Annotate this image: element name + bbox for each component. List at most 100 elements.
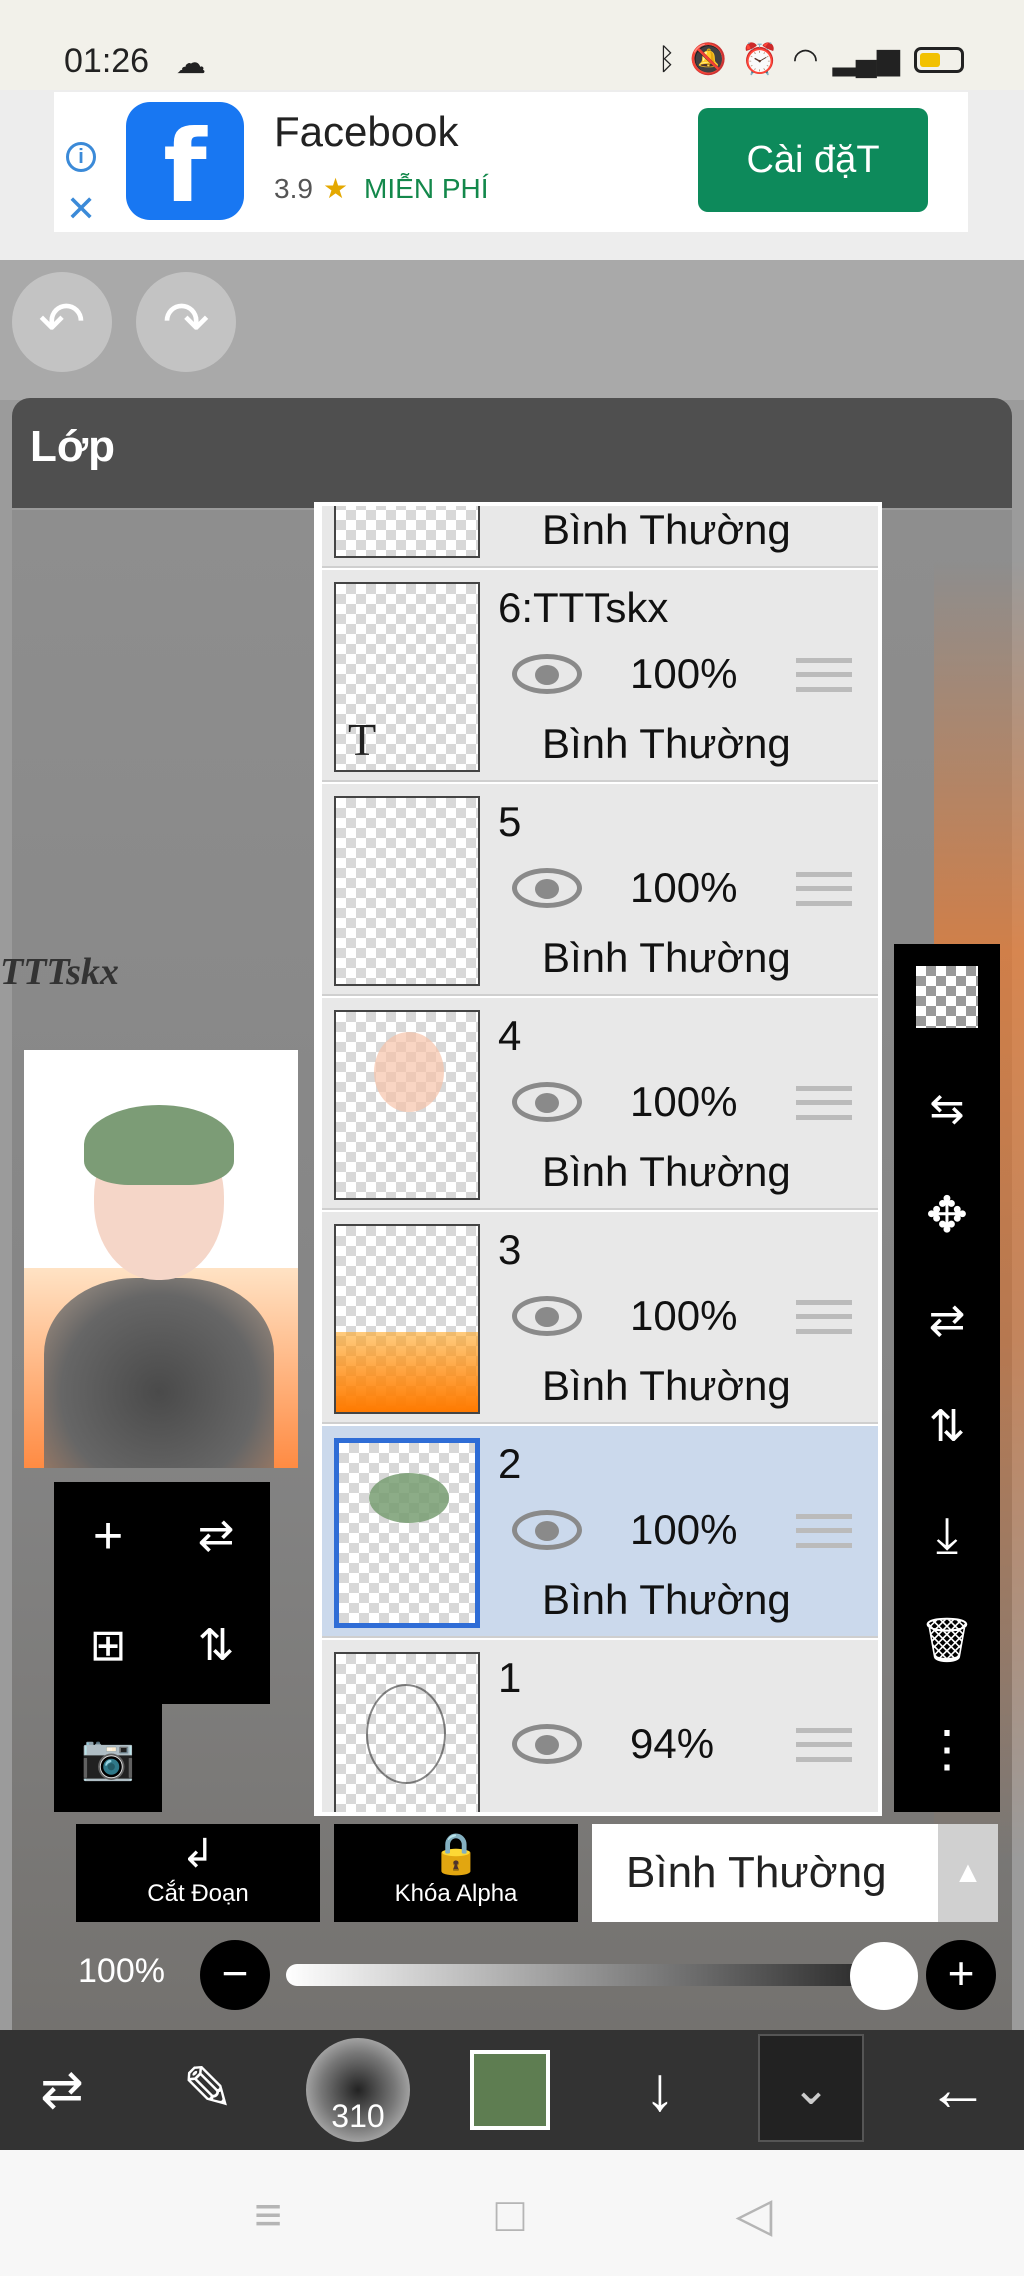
status-bar: 01:26 ☁ ᛒ 🔕 ⏰ ◠ ▂▄▆ (0, 0, 1024, 90)
add-layer-icon[interactable]: + (68, 1496, 148, 1576)
transparency-icon[interactable] (916, 966, 978, 1028)
clip-button[interactable]: ↲ Cắt Đoạn (76, 1824, 320, 1922)
panel-title: Lớp (30, 422, 116, 471)
eye-icon[interactable] (512, 654, 582, 694)
duplicate-layer-icon[interactable]: ⊞ (68, 1606, 148, 1686)
layer-panel-header: Lớp (12, 398, 1012, 508)
drag-handle-icon[interactable] (796, 872, 852, 906)
canvas-preview[interactable] (24, 1050, 298, 1468)
eye-icon[interactable] (512, 1296, 582, 1336)
layer-thumbnail (334, 1652, 480, 1812)
eye-icon[interactable] (512, 868, 582, 908)
layer-blend: Bình Thường (542, 934, 791, 981)
system-nav-bar: ≡ □ ◁ (0, 2150, 1024, 2276)
flip-horizontal-icon[interactable]: ⇄ (912, 1286, 982, 1356)
brush-icon[interactable]: ✎ (168, 2050, 248, 2130)
layer-thumbnail (334, 1224, 480, 1414)
more-icon[interactable]: ⋮ (912, 1714, 982, 1784)
layer-thumbnail (334, 796, 480, 986)
alpha-lock-button[interactable]: 🔒 Khóa Alpha (334, 1824, 578, 1922)
move-icon[interactable]: ✥ (912, 1180, 982, 1250)
blend-mode-select[interactable]: Bình Thường (592, 1824, 938, 1922)
signal-icon: ▂▄▆ (832, 43, 900, 76)
mute-icon: 🔕 (689, 43, 728, 76)
eye-icon[interactable] (512, 1082, 582, 1122)
close-icon[interactable]: ✕ (66, 188, 96, 230)
layer-blend: Bình Thường (542, 1148, 791, 1195)
drag-handle-icon[interactable] (796, 658, 852, 692)
layer-opacity: 100% (630, 1078, 738, 1125)
camera-icon[interactable]: 📷 (68, 1718, 148, 1798)
back-icon[interactable]: ◁ (724, 2186, 784, 2246)
opacity-increase-button[interactable]: + (926, 1940, 996, 2010)
opacity-decrease-button[interactable]: − (200, 1940, 270, 2010)
layer-opacity: 94% (630, 1720, 715, 1767)
plus-icon: + (947, 1947, 975, 1999)
chevron-down-icon: ⌄ (791, 2062, 831, 2114)
layer-item-selected[interactable]: 2 100% Bình Thường (322, 1426, 878, 1638)
ad-rating-row: 3.9 ★ MIỄN PHÍ (274, 172, 489, 205)
undo-button[interactable]: ↶ (12, 272, 112, 372)
color-swatch[interactable] (470, 2050, 550, 2130)
opacity-slider[interactable] (286, 1964, 892, 1986)
layer-item[interactable]: T 6:TTTskx 100% Bình Thường (322, 570, 878, 782)
undo-icon: ↶ (38, 290, 86, 353)
redo-button[interactable]: ↷ (136, 272, 236, 372)
arrow-down-icon[interactable]: ↓ (620, 2050, 700, 2130)
layer-list[interactable]: Bình Thường T 6:TTTskx 100% Bình Thường … (314, 502, 882, 1816)
layer-item[interactable]: 1 94% (322, 1640, 878, 1812)
drag-handle-icon[interactable] (796, 1514, 852, 1548)
drag-handle-icon[interactable] (796, 1086, 852, 1120)
wifi-icon: ◠ (792, 43, 819, 76)
flip-vertical-icon[interactable]: ⇅ (176, 1606, 256, 1686)
ad-banner[interactable]: i ✕ f Facebook 3.9 ★ MIỄN PHÍ Cài đặT (54, 92, 968, 232)
tool-switch-icon[interactable]: ⇄ (22, 2050, 102, 2130)
status-icons: ᛒ 🔕 ⏰ ◠ ▂▄▆ (658, 42, 964, 77)
layer-right-tools: ⇆ ✥ ⇄ ⇅ ⤓ 🗑 ⋮ (894, 944, 1000, 1812)
layer-item[interactable]: 5 100% Bình Thường (322, 784, 878, 996)
flip-vertical-icon[interactable]: ⇅ (912, 1392, 982, 1462)
layer-name: 1 (498, 1654, 522, 1701)
layer-item[interactable]: 4 100% Bình Thường (322, 998, 878, 1210)
preview-body (44, 1278, 274, 1468)
minus-icon: − (221, 1947, 249, 1999)
eye-icon[interactable] (512, 1510, 582, 1550)
install-button[interactable]: Cài đặT (698, 108, 928, 212)
slider-knob[interactable] (850, 1942, 918, 2010)
drag-handle-icon[interactable] (796, 1300, 852, 1334)
facebook-logo-icon: f (126, 102, 244, 225)
layer-thumbnail: T (334, 582, 480, 772)
layer-opacity: 100% (630, 864, 738, 911)
expand-button[interactable]: ⌄ (758, 2034, 864, 2142)
info-icon[interactable]: i (66, 142, 96, 172)
layer-opacity: 100% (630, 1292, 738, 1339)
bottom-toolbar: ⇄ ✎ 310 ↓ ⌄ ← (0, 2030, 1024, 2150)
preview-hair (84, 1105, 234, 1185)
drag-handle-icon[interactable] (796, 1728, 852, 1762)
ad-rating: 3.9 (274, 173, 313, 204)
merge-down-icon[interactable]: ⤓ (912, 1500, 982, 1570)
layer-name: 4 (498, 1012, 522, 1059)
layer-blend: Bình Thường (542, 506, 791, 553)
layer-item[interactable]: 3 100% Bình Thường (322, 1212, 878, 1424)
canvas-text: TTTskx (0, 951, 119, 993)
layer-item[interactable]: Bình Thường (322, 506, 878, 568)
swap-layer-icon[interactable]: ⇆ (912, 1074, 982, 1144)
menu-icon[interactable]: ≡ (238, 2186, 298, 2246)
layer-name: 3 (498, 1226, 522, 1273)
eye-icon[interactable] (512, 1724, 582, 1764)
brush-size-button[interactable]: 310 (306, 2038, 410, 2142)
redo-icon: ↷ (162, 290, 210, 353)
opacity-label: 100% (78, 1952, 165, 1990)
bluetooth-icon: ᛒ (657, 42, 676, 76)
star-icon: ★ (322, 173, 349, 204)
trash-icon[interactable]: 🗑 (912, 1606, 982, 1676)
back-arrow-icon[interactable]: ← (918, 2050, 998, 2130)
ad-price: MIỄN PHÍ (364, 173, 489, 204)
home-icon[interactable]: □ (480, 2186, 540, 2246)
chevron-up-icon[interactable]: ▲ (938, 1824, 998, 1922)
flip-horizontal-icon[interactable]: ⇄ (176, 1496, 256, 1576)
app-screen: 01:26 ☁ ᛒ 🔕 ⏰ ◠ ▂▄▆ i ✕ f Facebook 3.9 ★ M… (0, 0, 1024, 2276)
layer-thumbnail (334, 1010, 480, 1200)
text-layer-icon: T (348, 714, 377, 765)
